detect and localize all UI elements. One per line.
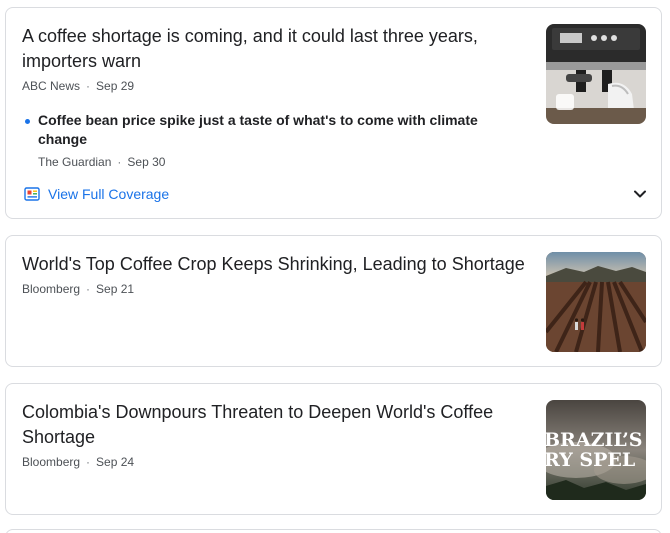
news-card (5, 529, 662, 533)
article-title[interactable]: World's Top Coffee Crop Keeps Shrinking,… (22, 252, 527, 277)
view-full-coverage-label: View Full Coverage (48, 186, 170, 202)
separator-dot: · (86, 79, 91, 93)
article-date: Sep 21 (96, 282, 135, 296)
thumbnail-caption-line1: BRAZIL’S (546, 429, 643, 451)
article-thumbnail[interactable] (546, 24, 646, 124)
article-meta: ABC News · Sep 29 (22, 78, 134, 94)
news-card: Colombia's Downpours Threaten to Deepen … (5, 383, 662, 515)
news-card: A coffee shortage is coming, and it coul… (5, 7, 662, 219)
bullet-icon (25, 119, 30, 124)
article-meta: Bloomberg · Sep 21 (22, 281, 134, 297)
article-date: Sep 29 (96, 79, 135, 93)
coffee-field-photo-icon (546, 252, 646, 352)
article-thumbnail[interactable] (546, 252, 646, 352)
related-article-meta: The Guardian · Sep 30 (38, 154, 165, 170)
separator-dot: · (86, 282, 91, 296)
related-article-date: Sep 30 (127, 155, 166, 169)
article-meta: Bloomberg · Sep 24 (22, 454, 134, 470)
news-feed: A coffee shortage is coming, and it coul… (0, 0, 670, 533)
article-source: ABC News (22, 79, 81, 93)
thumbnail-caption-line2: RY SPEL (546, 449, 635, 471)
article-title[interactable]: Colombia's Downpours Threaten to Deepen … (22, 400, 527, 450)
brazil-dry-spell-photo-icon: BRAZIL’S RY SPEL (546, 400, 646, 500)
full-coverage-icon (24, 187, 40, 201)
article-title[interactable]: A coffee shortage is coming, and it coul… (22, 24, 527, 74)
news-card: World's Top Coffee Crop Keeps Shrinking,… (5, 235, 662, 367)
view-full-coverage-link[interactable]: View Full Coverage (24, 184, 169, 204)
chevron-down-icon[interactable] (631, 185, 649, 203)
separator-dot: · (117, 155, 122, 169)
article-source: Bloomberg (22, 455, 81, 469)
separator-dot: · (86, 455, 91, 469)
article-thumbnail[interactable]: BRAZIL’S RY SPEL (546, 400, 646, 500)
related-article-source: The Guardian (38, 155, 112, 169)
related-article-title[interactable]: Coffee bean price spike just a taste of … (38, 111, 483, 149)
article-source: Bloomberg (22, 282, 81, 296)
article-date: Sep 24 (96, 455, 135, 469)
espresso-machine-photo-icon (546, 24, 646, 124)
